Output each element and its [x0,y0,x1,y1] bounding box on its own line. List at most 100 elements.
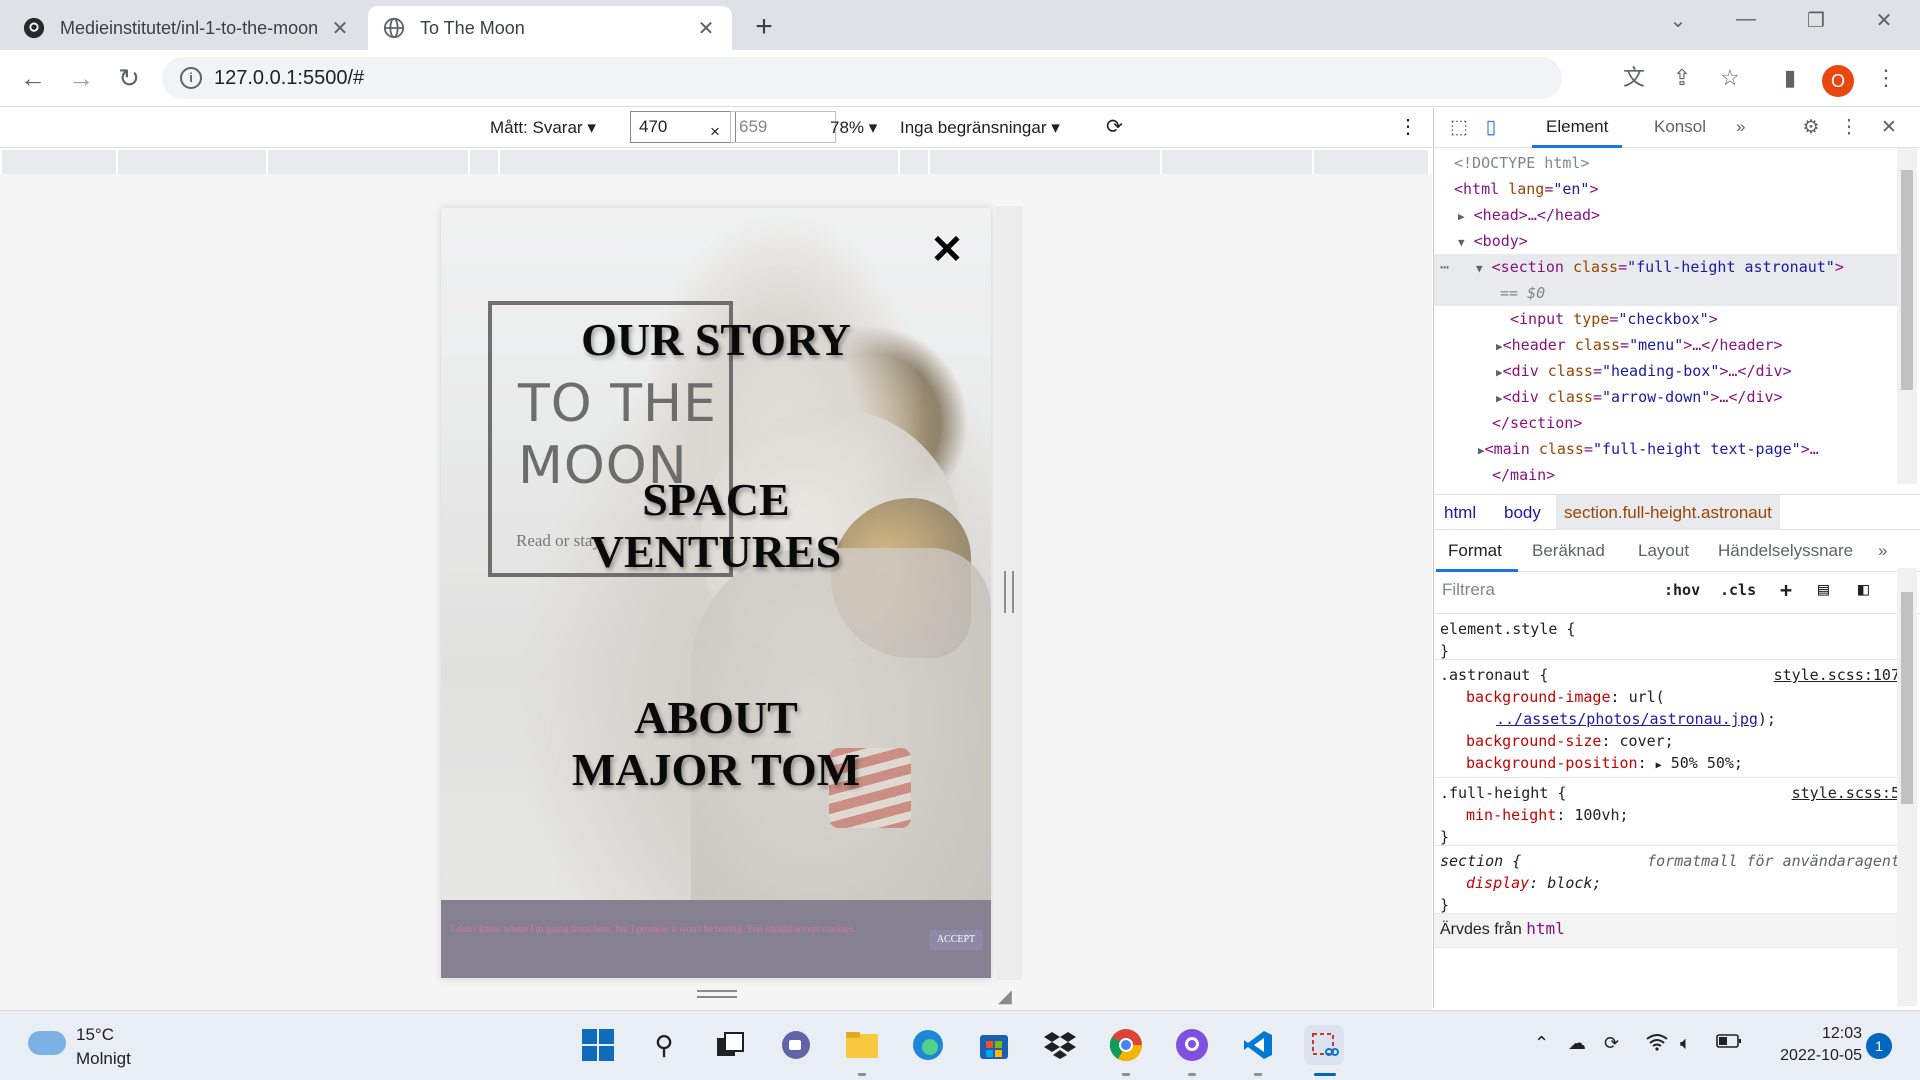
share-icon[interactable]: ⇪ [1666,63,1698,95]
node-actions-icon[interactable]: ⋯ [1440,254,1449,280]
menu-link-space-ventures[interactable]: SPACE VENTURES [441,474,991,578]
expand-triangle-icon[interactable]: ▶ [1496,340,1503,353]
media-query-bar[interactable] [2,150,1430,174]
asset-link[interactable]: ../assets/photos/astronau.jpg [1496,710,1758,728]
task-view-icon[interactable] [710,1025,750,1065]
breadcrumb-section[interactable]: section.full-height.astronaut [1556,495,1780,530]
media-query-segment[interactable] [472,150,500,174]
subtab-format[interactable]: Format [1448,541,1502,561]
close-menu-icon[interactable]: ✕ [927,230,967,270]
new-style-rule-button[interactable]: + [1780,578,1792,602]
cookie-accept-button[interactable]: ACCEPT [929,930,983,950]
dropbox-icon[interactable] [1040,1025,1080,1065]
more-tabs-icon[interactable]: » [1736,117,1745,137]
dom-node-body[interactable]: ▼ <body> [1458,228,1920,254]
media-query-segment[interactable] [1316,150,1430,174]
expand-triangle-icon[interactable]: ▶ [1496,392,1503,405]
media-query-segment[interactable] [2,150,118,174]
dom-node-main-close[interactable]: </main> [1492,462,1920,488]
tab-konsol[interactable]: Konsol [1654,117,1706,137]
expand-triangle-icon[interactable]: ▶ [1458,210,1465,223]
dom-node-main[interactable]: ▶<main class="full-height text-page">… [1478,436,1920,462]
subtab-beraknad[interactable]: Beräknad [1532,541,1605,561]
viewport-resize-handle-bottom[interactable] [697,990,737,998]
store-icon[interactable] [974,1025,1014,1065]
declaration[interactable]: background-position: ▶ 50% 50%; [1440,752,1898,777]
media-query-segment[interactable] [502,150,900,174]
dom-node-head[interactable]: ▶ <head>…</head> [1458,202,1920,228]
rotate-icon[interactable]: ⟳ [1106,114,1123,139]
rule-section-ua[interactable]: section { formatmall för användaragent d… [1434,846,1904,914]
breadcrumb-html[interactable]: html [1444,503,1476,523]
subtab-layout[interactable]: Layout [1638,541,1689,561]
height-input[interactable]: 659 [730,111,836,143]
viewport-resize-corner[interactable]: ◢ [998,986,1012,1007]
rule-element-style[interactable]: element.style { } [1434,614,1904,660]
close-devtools-icon[interactable]: ✕ [1876,116,1902,140]
back-icon[interactable]: ← [16,62,50,96]
wifi-icon[interactable] [1646,1033,1668,1056]
more-subtabs-icon[interactable]: » [1878,541,1887,561]
toggle-sidebar-icon[interactable]: ◧ [1858,579,1869,600]
dom-node-div-heading-box[interactable]: ▶<div class="heading-box">…</div> [1496,358,1920,384]
snipping-tool-icon[interactable] [1304,1025,1344,1065]
vscode-icon[interactable] [1238,1025,1278,1065]
rule-full-height[interactable]: .full-height { style.scss:5 min-height: … [1434,778,1904,846]
cls-toggle[interactable]: .cls [1720,581,1756,599]
browser-tab[interactable]: Medieinstitutet/inl-1-to-the-moon ✕ [8,6,366,50]
zoom-dropdown[interactable]: 78% ▾ [830,118,877,138]
dom-node-doctype[interactable]: <!DOCTYPE html> [1454,150,1920,176]
dom-node-input[interactable]: <input type="checkbox"> [1510,306,1920,332]
width-input[interactable]: 470 [630,111,736,143]
site-info-icon[interactable]: i [180,67,202,89]
collapse-triangle-icon[interactable]: ▼ [1476,262,1483,275]
tab-element[interactable]: Element [1546,117,1608,137]
device-toggle-icon[interactable]: ▯ [1478,116,1504,140]
declaration[interactable]: background-size: cover; [1440,730,1898,752]
styles-scrollbar[interactable] [1897,568,1917,1006]
side-panel-icon[interactable]: ▮ [1774,63,1806,95]
tab-search-icon[interactable]: ⌄ [1658,8,1698,33]
media-query-segment[interactable] [902,150,930,174]
expand-triangle-icon[interactable]: ▶ [1656,760,1662,771]
rule-source-link[interactable]: style.scss:107 [1774,664,1900,686]
declaration[interactable]: ../assets/photos/astronau.jpg); [1440,708,1898,730]
battery-icon[interactable] [1716,1033,1742,1054]
throttling-dropdown[interactable]: Inga begränsningar ▾ [900,118,1060,138]
volume-icon[interactable]: 🔈︎ [1680,1033,1691,1054]
notification-badge[interactable]: 1 [1866,1033,1892,1059]
bookmark-star-icon[interactable]: ☆ [1714,63,1746,95]
collapse-triangle-icon[interactable]: ▼ [1458,236,1465,249]
rule-astronaut[interactable]: .astronaut { style.scss:107 background-i… [1434,660,1904,778]
github-desktop-icon[interactable] [1172,1025,1212,1065]
media-query-segment[interactable] [270,150,470,174]
expand-triangle-icon[interactable]: ▶ [1496,366,1503,379]
new-tab-button[interactable]: + [748,10,780,44]
start-icon[interactable] [578,1025,618,1065]
menu-icon[interactable]: ⋮ [1870,63,1902,95]
paint-icon[interactable]: ▤ [1818,579,1829,600]
url-text[interactable]: 127.0.0.1:5500/# [214,67,364,90]
viewport-resize-handle-right[interactable] [996,206,1022,980]
close-window-icon[interactable]: ✕ [1864,8,1904,33]
file-explorer-icon[interactable] [842,1025,882,1065]
reload-icon[interactable]: ↻ [112,62,146,96]
menu-link-about-major-tom[interactable]: ABOUT MAJOR TOM [441,692,991,796]
dom-node-section-close[interactable]: </section> [1492,410,1920,436]
menu-link-our-story[interactable]: OUR STORY [441,314,991,366]
scrollbar-thumb[interactable] [1901,592,1913,804]
scrollbar-thumb[interactable] [1901,170,1913,390]
dom-node-header[interactable]: ▶<header class="menu">…</header> [1496,332,1920,358]
subtab-handelselyssnare[interactable]: Händelselyssnare [1718,541,1853,561]
translate-icon[interactable]: 文 [1618,63,1650,95]
chevron-up-icon[interactable]: ⌃ [1534,1033,1549,1054]
declaration[interactable]: background-image: url( [1440,686,1898,708]
sync-icon[interactable]: ⟳ [1604,1033,1619,1054]
system-clock[interactable]: 12:03 2022-10-05 [1766,1023,1862,1067]
restore-icon[interactable]: ❐ [1796,8,1836,33]
dom-node-div-arrow-down[interactable]: ▶<div class="arrow-down">…</div> [1496,384,1920,410]
profile-avatar[interactable]: O [1822,65,1854,97]
close-tab-icon[interactable]: ✕ [328,16,352,41]
minimize-icon[interactable]: — [1726,8,1766,31]
close-tab-icon[interactable]: ✕ [694,16,718,41]
